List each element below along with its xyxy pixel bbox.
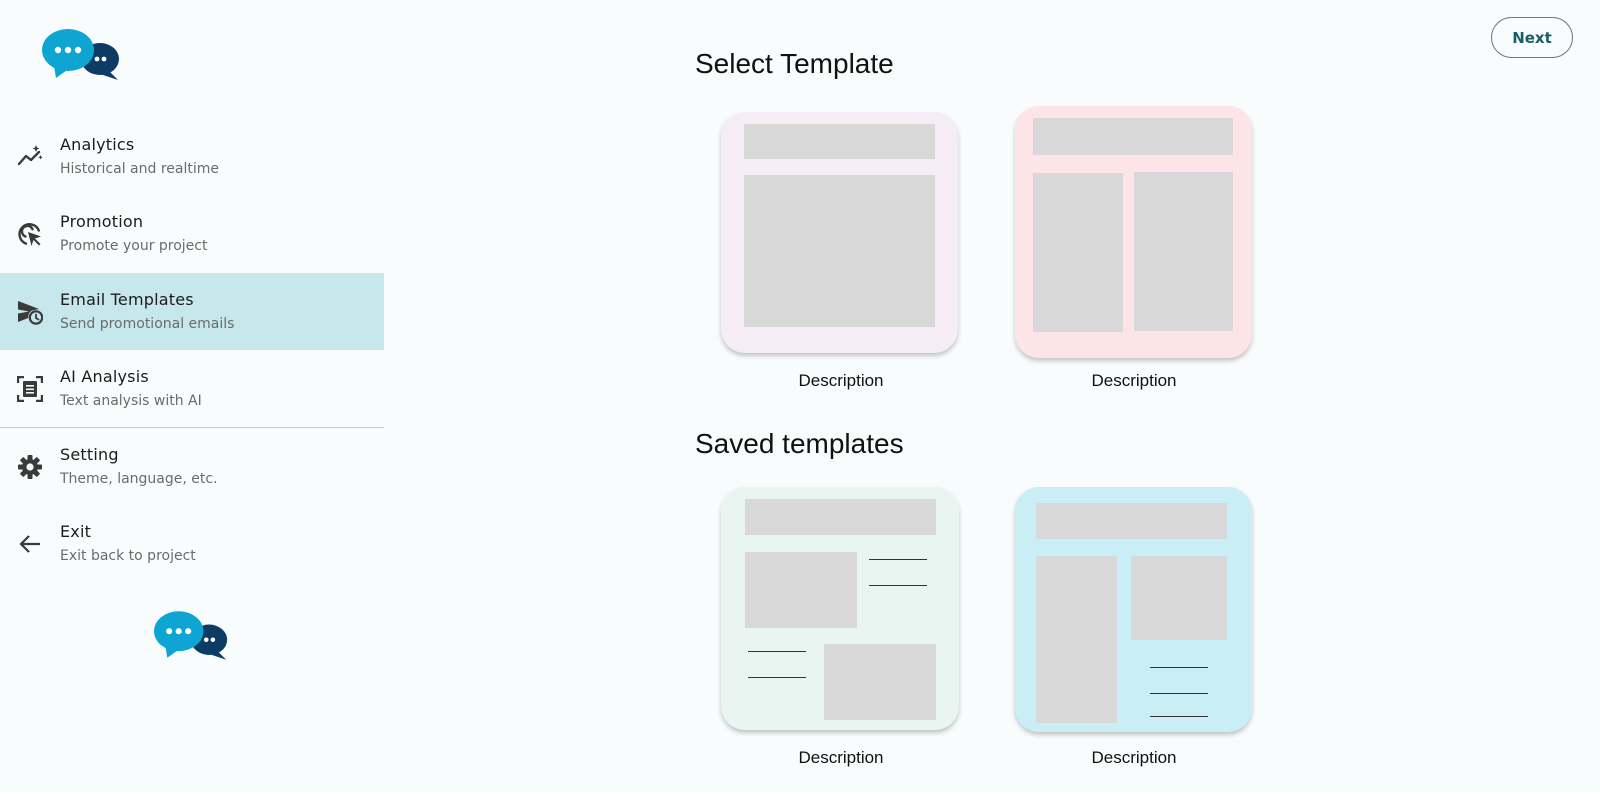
template-card-two-column[interactable] xyxy=(1015,106,1252,358)
sidebar-item-title: Setting xyxy=(60,445,119,464)
template-image-block xyxy=(1131,556,1227,640)
template-description: Description xyxy=(798,371,884,390)
template-header-block xyxy=(1036,503,1227,539)
saved-template-card-zigzag[interactable] xyxy=(721,487,959,730)
template-column-block xyxy=(1033,173,1123,332)
sidebar-item-promotion[interactable]: Promotion Promote your project xyxy=(0,195,384,272)
template-text-line xyxy=(1150,693,1208,694)
sidebar-item-subtitle: Text analysis with AI xyxy=(60,393,202,409)
template-header-block xyxy=(1033,118,1233,155)
template-header-block xyxy=(744,124,935,159)
analytics-icon xyxy=(17,145,43,166)
select-template-title: Select Template xyxy=(695,48,894,79)
sidebar-item-ai-analysis[interactable]: AI Analysis Text analysis with AI xyxy=(0,350,384,427)
template-text-line xyxy=(1150,716,1208,717)
sidebar-item-subtitle: Promote your project xyxy=(60,238,208,254)
scheduled-send-icon xyxy=(18,301,43,325)
sidebar-item-title: Analytics xyxy=(60,135,135,154)
document-scanner-icon xyxy=(17,376,43,402)
sidebar-item-subtitle: Historical and realtime xyxy=(60,161,219,177)
template-text-line xyxy=(869,559,927,560)
sidebar-item-title: AI Analysis xyxy=(60,367,149,386)
next-button[interactable]: Next xyxy=(1491,17,1573,58)
template-image-block xyxy=(745,552,857,628)
template-body-block xyxy=(744,175,935,327)
sidebar-item-setting[interactable]: Setting Theme, language, etc. xyxy=(0,428,384,505)
template-description: Description xyxy=(1091,748,1177,767)
sidebar-item-subtitle: Exit back to project xyxy=(60,548,196,564)
sidebar-item-exit[interactable]: Exit Exit back to project xyxy=(0,505,384,582)
sidebar: Analytics Historical and realtime Promot… xyxy=(0,0,384,792)
template-description: Description xyxy=(1091,371,1177,390)
template-column-block xyxy=(1134,172,1233,331)
saved-template-card-sidebar[interactable] xyxy=(1015,487,1252,732)
app-root: Analytics Historical and realtime Promot… xyxy=(0,0,1600,792)
sidebar-item-subtitle: Send promotional emails xyxy=(60,316,235,332)
template-header-block xyxy=(745,499,936,535)
template-card-single-column[interactable] xyxy=(721,112,958,353)
promotion-icon xyxy=(18,223,41,246)
sidebar-item-subtitle: Theme, language, etc. xyxy=(60,471,218,487)
logo-icon xyxy=(154,611,228,660)
sidebar-item-email-templates[interactable]: Email Templates Send promotional emails xyxy=(0,273,384,350)
sidebar-item-title: Exit xyxy=(60,522,92,541)
template-text-line xyxy=(869,585,927,586)
sidebar-item-title: Email Templates xyxy=(60,290,194,309)
template-text-line xyxy=(1150,667,1208,668)
template-text-line xyxy=(748,677,806,678)
saved-templates-title: Saved templates xyxy=(695,428,904,459)
template-column-block xyxy=(1036,556,1117,723)
template-image-block xyxy=(824,644,936,720)
arrow-back-icon xyxy=(19,535,40,553)
sidebar-item-title: Promotion xyxy=(60,212,144,231)
template-description: Description xyxy=(798,748,884,767)
sidebar-item-analytics[interactable]: Analytics Historical and realtime xyxy=(0,118,384,195)
gear-icon xyxy=(18,455,42,479)
logo-icon xyxy=(42,29,119,80)
template-text-line xyxy=(748,651,806,652)
